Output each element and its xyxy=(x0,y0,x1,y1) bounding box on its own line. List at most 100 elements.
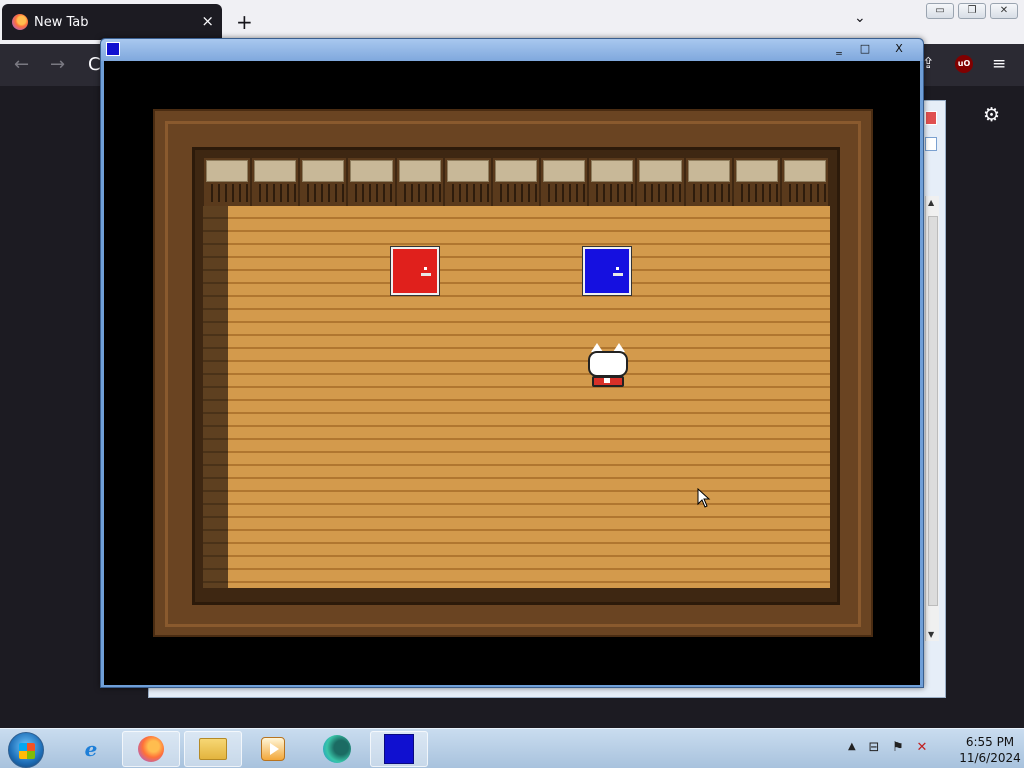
browser-minimize-button[interactable]: ▭ xyxy=(926,3,954,19)
wall-panel-window xyxy=(350,160,393,182)
wall-panel-rail xyxy=(494,184,538,202)
red-door[interactable] xyxy=(391,247,439,295)
cat-belt xyxy=(604,378,610,383)
blue-door[interactable] xyxy=(583,247,631,295)
wall-panel-window xyxy=(206,160,249,182)
floor-shadow xyxy=(203,206,228,588)
tab-close-icon[interactable]: × xyxy=(201,12,214,30)
media-player-icon xyxy=(261,737,285,761)
wall-panel-rail xyxy=(302,184,345,202)
taskbar-media-player[interactable] xyxy=(244,731,302,767)
forward-arrow-icon[interactable]: → xyxy=(50,54,65,75)
wall-panel-window xyxy=(494,160,538,182)
wooden-floor xyxy=(228,206,830,588)
wall-panel-window xyxy=(783,160,827,182)
game-maximize-button[interactable]: □ xyxy=(853,41,877,57)
scroll-down-icon[interactable]: ▼ xyxy=(928,630,934,639)
wall-panel xyxy=(589,158,636,206)
browser-restore-button[interactable]: ❐ xyxy=(958,3,986,19)
wall-panel-rail xyxy=(591,184,634,202)
wall-panel-rail xyxy=(735,184,778,202)
wall-panel-window xyxy=(302,160,345,182)
wall-panel-window xyxy=(398,160,441,182)
taskbar-game-window[interactable] xyxy=(370,731,428,767)
taskbar-firefox[interactable] xyxy=(122,731,180,767)
wall-panel xyxy=(492,158,540,206)
scroll-up-icon[interactable]: ▲ xyxy=(928,198,934,207)
windows-logo-icon xyxy=(19,743,35,759)
scrollbar-thumb[interactable] xyxy=(928,216,938,606)
folder-icon xyxy=(199,738,227,760)
wall-panel xyxy=(637,158,684,206)
edge-icon xyxy=(323,735,351,763)
tab-title: New Tab xyxy=(34,14,89,30)
reload-icon[interactable]: C xyxy=(88,54,101,75)
list-all-tabs-icon[interactable]: ⌄ xyxy=(854,10,866,26)
wall-panel-rail xyxy=(687,184,730,202)
back-arrow-icon[interactable]: ← xyxy=(14,54,29,75)
wall-panel-rail xyxy=(398,184,441,202)
game-minimize-button[interactable]: ‗ xyxy=(827,41,851,57)
wall-panel-window xyxy=(735,160,778,182)
wall-panel-window xyxy=(639,160,682,182)
mouse-cursor-icon xyxy=(697,487,711,508)
volume-muted-icon[interactable]: ✕ xyxy=(914,740,930,756)
firefox-icon xyxy=(12,14,28,30)
start-button[interactable] xyxy=(8,732,44,768)
wall-panel-window xyxy=(543,160,586,182)
taskbar-file-explorer[interactable] xyxy=(184,731,242,767)
background-window-close-icon[interactable] xyxy=(925,111,937,125)
clock-time: 6:55 PM xyxy=(965,735,1015,749)
game-close-button[interactable]: X xyxy=(887,41,911,57)
door-knob xyxy=(424,267,427,270)
firefox-icon xyxy=(138,736,164,762)
browser-tab-new-tab[interactable]: New Tab × xyxy=(2,4,222,40)
game-window: ‗ □ X xyxy=(100,38,924,688)
wall-panel xyxy=(300,158,347,206)
wall-panels xyxy=(203,158,829,206)
room-frame xyxy=(153,109,873,637)
wall-panel-rail xyxy=(446,184,489,202)
wall-panel-window xyxy=(254,160,297,182)
system-clock[interactable]: 6:55 PM 11/6/2024 xyxy=(959,734,1021,766)
wall-panel-window xyxy=(446,160,489,182)
network-icon[interactable]: ⊟ xyxy=(866,740,882,756)
taskbar-internet-explorer[interactable]: e xyxy=(62,731,120,767)
game-app-icon xyxy=(384,734,414,764)
wall-panel xyxy=(685,158,732,206)
wall-panel xyxy=(541,158,588,206)
wall-panel-rail xyxy=(206,184,249,202)
action-center-flag-icon[interactable]: ⚑ xyxy=(890,740,906,756)
wall-panel xyxy=(781,158,829,206)
ublock-origin-icon[interactable]: uO xyxy=(955,55,973,73)
hamburger-menu-icon[interactable]: ≡ xyxy=(992,54,1006,74)
clock-date: 11/6/2024 xyxy=(959,751,1021,765)
game-viewport[interactable] xyxy=(104,61,920,685)
new-tab-settings-gear-icon[interactable]: ⚙ xyxy=(983,104,1000,126)
wall-panel xyxy=(204,158,251,206)
browser-close-button[interactable]: ✕ xyxy=(990,3,1018,19)
wall-panel-rail xyxy=(350,184,393,202)
background-window-search-icon[interactable] xyxy=(925,137,937,151)
wall-panel xyxy=(252,158,299,206)
door-handle xyxy=(613,273,623,276)
room-wall xyxy=(192,147,840,605)
wall-panel-rail xyxy=(543,184,586,202)
door-handle xyxy=(421,273,431,276)
wall-panel xyxy=(733,158,780,206)
wall-panel xyxy=(444,158,491,206)
wall-panel xyxy=(348,158,395,206)
player-cat-character xyxy=(586,343,630,391)
wall-panel xyxy=(396,158,443,206)
game-window-titlebar[interactable]: ‗ □ X xyxy=(101,39,923,61)
new-tab-button[interactable]: + xyxy=(236,10,253,34)
wall-panel-rail xyxy=(783,184,827,202)
game-app-icon xyxy=(106,42,120,56)
windows-taskbar: e ▲ ⊟ ⚑ ✕ 6:55 PM 11/6/2024 xyxy=(0,728,1024,768)
wall-panel-rail xyxy=(639,184,682,202)
wall-panel-window xyxy=(687,160,730,182)
background-window-scrollbar[interactable]: ▲ ▼ xyxy=(925,196,939,641)
taskbar-edge[interactable] xyxy=(308,731,366,767)
show-hidden-icons-arrow[interactable]: ▲ xyxy=(848,741,856,752)
system-tray: ▲ ⊟ ⚑ ✕ 6:55 PM 11/6/2024 xyxy=(844,729,1024,768)
